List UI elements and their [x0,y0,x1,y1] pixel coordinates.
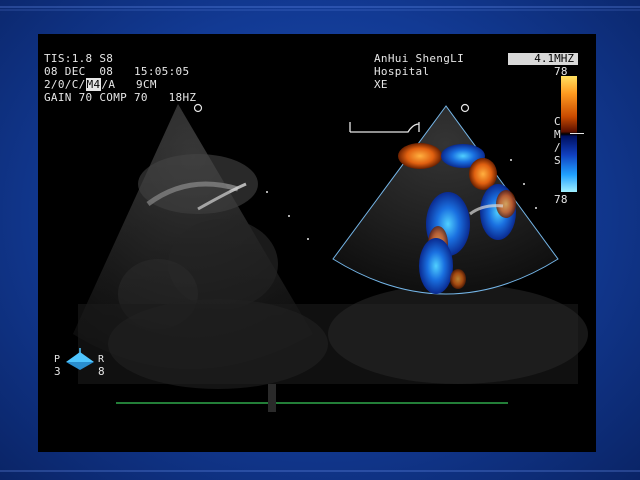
unit-letter-s: S [554,154,561,167]
probe-orientation-marker: P R 3 8 [52,346,112,390]
colorbar-baseline [570,133,584,134]
frequency-readout: 4.1MHZ [508,53,578,65]
mode-prefix: 2/0/C/ [44,78,86,91]
tis-readout: TIS:1.8 S8 [44,52,114,65]
unit-letter-c: C [554,115,561,128]
presentation-slide: TIS:1.8 S8 08 DEC 08 15:05:05 2/0/C/M4/A… [0,0,640,480]
mode-box: M4 [85,78,102,91]
mode-suffix: /A 9CM [101,78,157,91]
unit-letter-slash: / [554,141,561,154]
probe-right-number: 8 [98,365,105,378]
ecg-marker [268,384,276,412]
hospital-label: Hospital [374,65,430,78]
hospital-name: AnHui ShengLI [374,52,464,65]
right-doppler-sector [332,103,559,295]
operator-label: XE [374,78,388,91]
mode-readout: 2/0/C/M4/A 9CM [44,78,157,91]
probe-left-number: 3 [54,365,61,378]
scale-bottom-value: 78 [554,193,568,206]
velocity-colorbar [561,76,577,192]
date-time-readout: 08 DEC 08 15:05:05 [44,65,190,78]
ultrasound-screen: TIS:1.8 S8 08 DEC 08 15:05:05 2/0/C/M4/A… [38,34,596,452]
unit-letter-m: M [554,128,561,141]
gain-readout: GAIN 70 COMP 70 18HZ [44,91,197,104]
